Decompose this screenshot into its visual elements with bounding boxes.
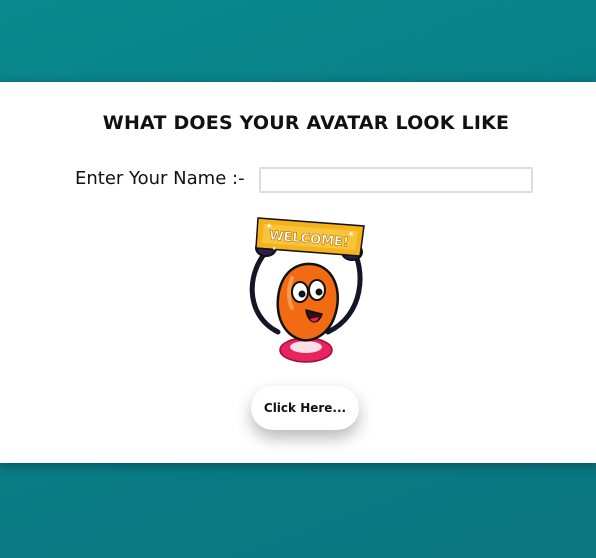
- name-input[interactable]: [259, 167, 533, 193]
- name-label: Enter Your Name :-: [75, 168, 245, 189]
- click-here-button[interactable]: Click Here...: [251, 386, 359, 430]
- avatar-left-arm: [249, 245, 281, 335]
- avatar-body: [276, 262, 339, 342]
- svg-text:★: ★: [348, 230, 354, 238]
- page-title: WHAT DOES YOUR AVATAR LOOK LIKE: [102, 112, 510, 134]
- welcome-banner: WELCOME! ★ ★ ★: [255, 217, 365, 257]
- welcome-avatar-illustration: WELCOME! ★ ★ ★: [249, 217, 365, 363]
- svg-text:★: ★: [266, 222, 272, 230]
- svg-text:★: ★: [272, 246, 277, 252]
